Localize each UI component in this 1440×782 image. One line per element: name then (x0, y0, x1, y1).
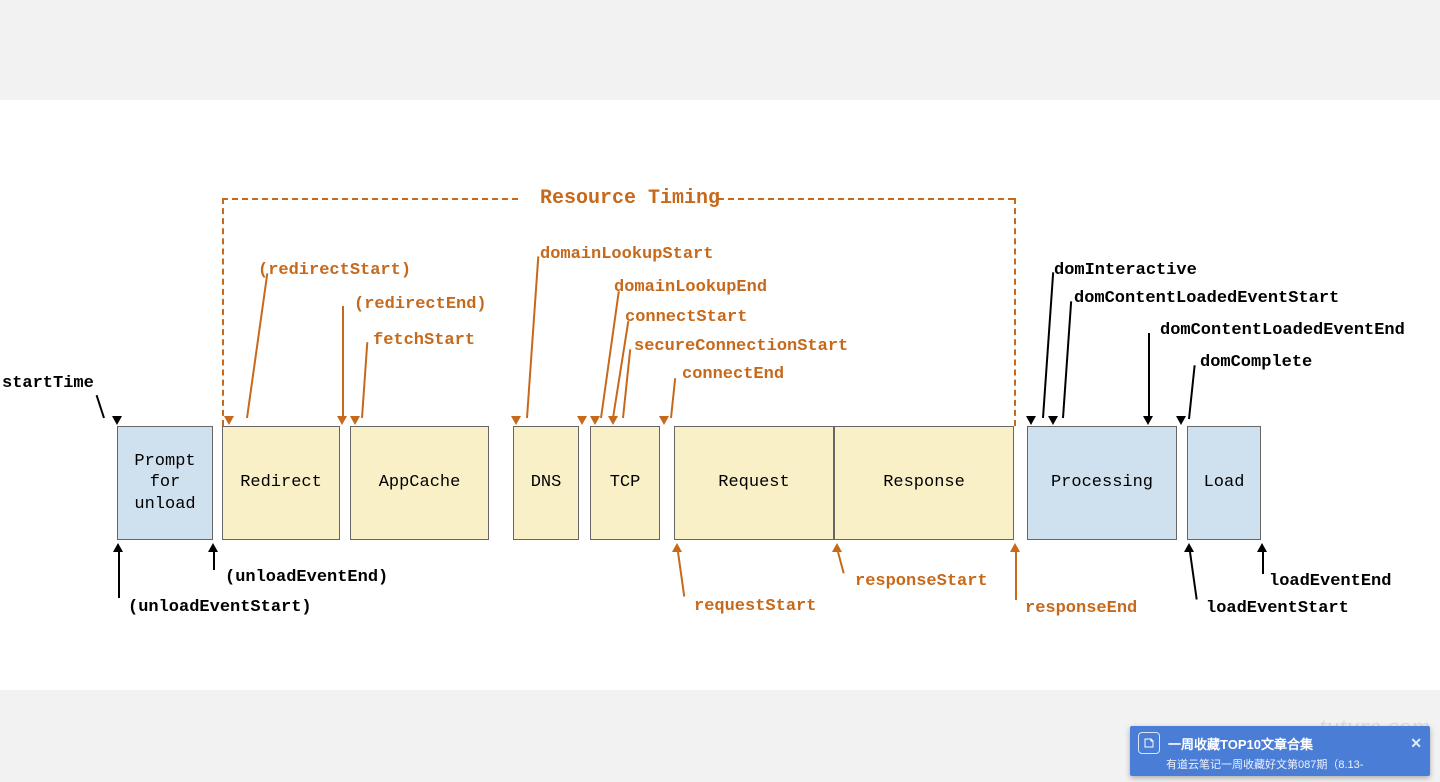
label-domContentLoadedEventStart: domContentLoadedEventStart (1074, 289, 1339, 308)
notification-toast[interactable]: 一周收藏TOP10文章合集 ✕ 有道云笔记一周收藏好文第087期（8.13- (1130, 726, 1430, 776)
label-domainLookupEnd: domainLookupEnd (614, 278, 767, 297)
label-loadEventStart: loadEventStart (1206, 599, 1349, 618)
label-responseStart: responseStart (855, 572, 988, 591)
phase-processing: Processing (1027, 426, 1177, 540)
resource-timing-span-top (222, 198, 518, 200)
label-loadEventEnd: loadEventEnd (1269, 572, 1391, 591)
phase-appcache: AppCache (350, 426, 489, 540)
phase-load: Load (1187, 426, 1261, 540)
toast-title: 一周收藏TOP10文章合集 (1168, 734, 1313, 753)
label-redirectStart: (redirectStart) (258, 261, 411, 280)
label-secureConnectionStart: secureConnectionStart (634, 337, 848, 356)
phase-request: Request (674, 426, 834, 540)
label-responseEnd: responseEnd (1025, 599, 1137, 618)
label-domComplete: domComplete (1200, 353, 1312, 372)
label-domainLookupStart: domainLookupStart (540, 245, 713, 264)
phase-prompt: Prompt for unload (117, 426, 213, 540)
close-icon[interactable]: ✕ (1410, 735, 1422, 752)
note-icon (1138, 732, 1160, 754)
label-unloadEventEnd: (unloadEventEnd) (225, 568, 388, 587)
label-redirectEnd: (redirectEnd) (354, 295, 487, 314)
label-requestStart: requestStart (694, 597, 816, 616)
toast-subtitle: 有道云笔记一周收藏好文第087期（8.13- (1130, 756, 1430, 776)
label-domInteractive: domInteractive (1054, 261, 1197, 280)
label-connectStart: connectStart (625, 308, 747, 327)
label-unloadEventStart: (unloadEventStart) (128, 598, 312, 617)
resource-timing-span-right (1014, 198, 1016, 426)
label-fetchStart: fetchStart (373, 331, 475, 350)
phase-dns: DNS (513, 426, 579, 540)
resource-timing-span-top (718, 198, 1014, 200)
phase-redirect: Redirect (222, 426, 340, 540)
phase-tcp: TCP (590, 426, 660, 540)
label-domContentLoadedEventEnd: domContentLoadedEventEnd (1160, 321, 1405, 340)
label-startTime: startTime (2, 374, 94, 393)
resource-timing-span-left (222, 198, 224, 426)
navigation-timing-diagram: Resource Timing Prompt for unload Redire… (0, 100, 1440, 690)
resource-timing-title: Resource Timing (540, 187, 720, 210)
label-connectEnd: connectEnd (682, 365, 784, 384)
phase-response: Response (834, 426, 1014, 540)
